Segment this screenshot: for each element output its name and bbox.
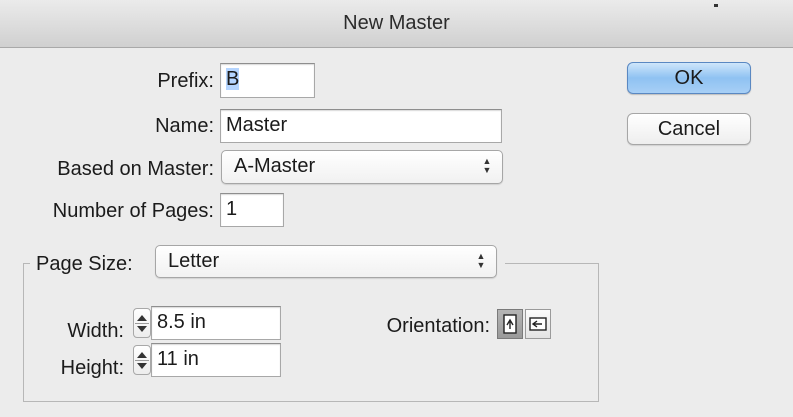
ok-button[interactable]: OK bbox=[627, 62, 751, 94]
width-stepper[interactable] bbox=[133, 308, 151, 338]
page-size-value: Letter bbox=[168, 250, 220, 272]
portrait-page-icon bbox=[503, 314, 517, 334]
up-down-arrows-icon: ▲ ▼ bbox=[476, 251, 486, 270]
number-of-pages-field[interactable]: 1 bbox=[220, 193, 284, 227]
orientation-label: Orientation: bbox=[386, 315, 490, 337]
prefix-field[interactable]: B bbox=[220, 63, 315, 98]
prefix-label: Prefix: bbox=[157, 70, 214, 92]
width-value: 8.5 in bbox=[157, 311, 206, 333]
number-of-pages-label: Number of Pages: bbox=[52, 200, 214, 222]
stepper-down-icon[interactable] bbox=[137, 325, 147, 332]
page-size-label: Page Size: bbox=[36, 253, 133, 275]
page-size-popup[interactable]: Letter ▲ ▼ bbox=[155, 245, 497, 278]
landscape-orientation-button[interactable] bbox=[525, 309, 551, 339]
based-on-master-value: A-Master bbox=[234, 155, 316, 177]
height-stepper[interactable] bbox=[133, 345, 151, 375]
height-field[interactable]: 11 in bbox=[151, 343, 281, 377]
number-of-pages-value: 1 bbox=[226, 198, 238, 220]
landscape-page-icon bbox=[529, 317, 547, 331]
window-title: New Master bbox=[343, 12, 450, 34]
prefix-value: B bbox=[226, 68, 240, 90]
based-on-master-label: Based on Master: bbox=[57, 158, 214, 180]
title-bar[interactable]: New Master bbox=[0, 0, 793, 48]
stepper-down-icon[interactable] bbox=[137, 362, 147, 369]
up-down-arrows-icon: ▲ ▼ bbox=[482, 156, 492, 175]
stepper-up-icon[interactable] bbox=[137, 351, 147, 358]
based-on-master-popup[interactable]: A-Master ▲ ▼ bbox=[221, 150, 503, 184]
height-value: 11 in bbox=[157, 348, 199, 370]
name-value: Master bbox=[226, 114, 288, 136]
stepper-up-icon[interactable] bbox=[137, 314, 147, 321]
width-label: Width: bbox=[67, 320, 124, 342]
height-label: Height: bbox=[60, 357, 124, 379]
name-field[interactable]: Master bbox=[220, 109, 502, 143]
cancel-button[interactable]: Cancel bbox=[627, 113, 751, 145]
portrait-orientation-button[interactable] bbox=[497, 309, 523, 339]
name-label: Name: bbox=[155, 115, 214, 137]
width-field[interactable]: 8.5 in bbox=[151, 306, 281, 340]
titlebar-mark bbox=[714, 4, 718, 7]
